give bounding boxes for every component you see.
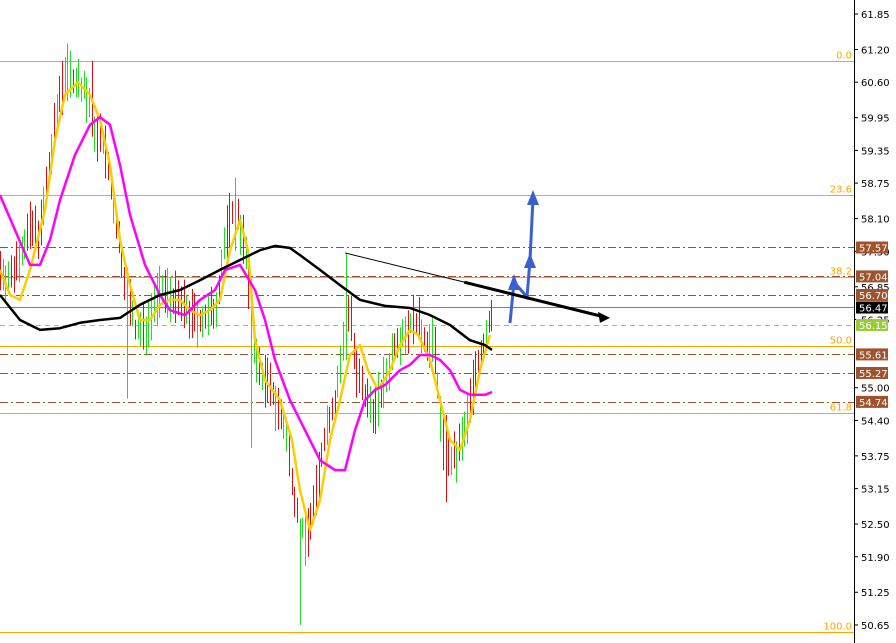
fib-level-label: 38.2 — [830, 267, 852, 278]
medium-ma-line — [0, 115, 493, 472]
axis-tick-label: 61.85 — [861, 10, 890, 21]
arrowhead-icon — [527, 190, 539, 205]
price-tag-label: 56.15 — [859, 321, 888, 332]
axis-tick-label: 58.10 — [861, 215, 890, 226]
axis-tick-label: 60.60 — [861, 78, 890, 89]
axis-tick-label: 54.40 — [861, 416, 890, 427]
axis-tick-label: 51.90 — [861, 553, 890, 564]
fast-ma-line — [0, 80, 492, 532]
price-tag-label: 55.61 — [859, 350, 888, 361]
axis-tick-label: 53.75 — [861, 452, 890, 463]
drawings — [344, 190, 610, 324]
fib-level-label: 50.0 — [830, 336, 852, 347]
axis-tick-label: 59.95 — [861, 114, 890, 125]
price-chart[interactable]: 0.0 23.6 38.2 50.0 61.8 100.0 61.85 61.20 60.60… — [0, 0, 896, 643]
axis-tick-label: 61.20 — [861, 45, 890, 56]
axis-tick-label: 50.65 — [861, 621, 890, 632]
arrowhead-icon — [524, 253, 536, 268]
fib-level-label: 100.0 — [823, 622, 852, 633]
fib-level-label: 61.8 — [830, 403, 852, 414]
price-tag-label: 55.27 — [859, 369, 888, 380]
price-tag-label: 57.57 — [859, 243, 888, 254]
axis-tick-label: 52.50 — [861, 520, 890, 531]
price-tag-label: 54.74 — [859, 398, 888, 409]
price-tag-label: 57.04 — [859, 272, 888, 283]
axis-tick-label: 53.15 — [861, 485, 890, 496]
axis-tick-label: 59.35 — [861, 146, 890, 157]
axis-tick-label: 55.00 — [861, 384, 890, 395]
moving-averages — [0, 80, 493, 532]
axis-tick-label: 51.25 — [861, 588, 890, 599]
fib-level-label: 0.0 — [836, 51, 852, 62]
fib-level-label: 23.6 — [830, 185, 852, 196]
price-tag-label: 56.47 — [859, 303, 888, 314]
trend-arrowhead-icon — [598, 311, 610, 323]
axis-tick-label: 58.75 — [861, 179, 890, 190]
trendline-thick — [463, 280, 605, 319]
price-tag-label: 56.70 — [859, 291, 888, 302]
